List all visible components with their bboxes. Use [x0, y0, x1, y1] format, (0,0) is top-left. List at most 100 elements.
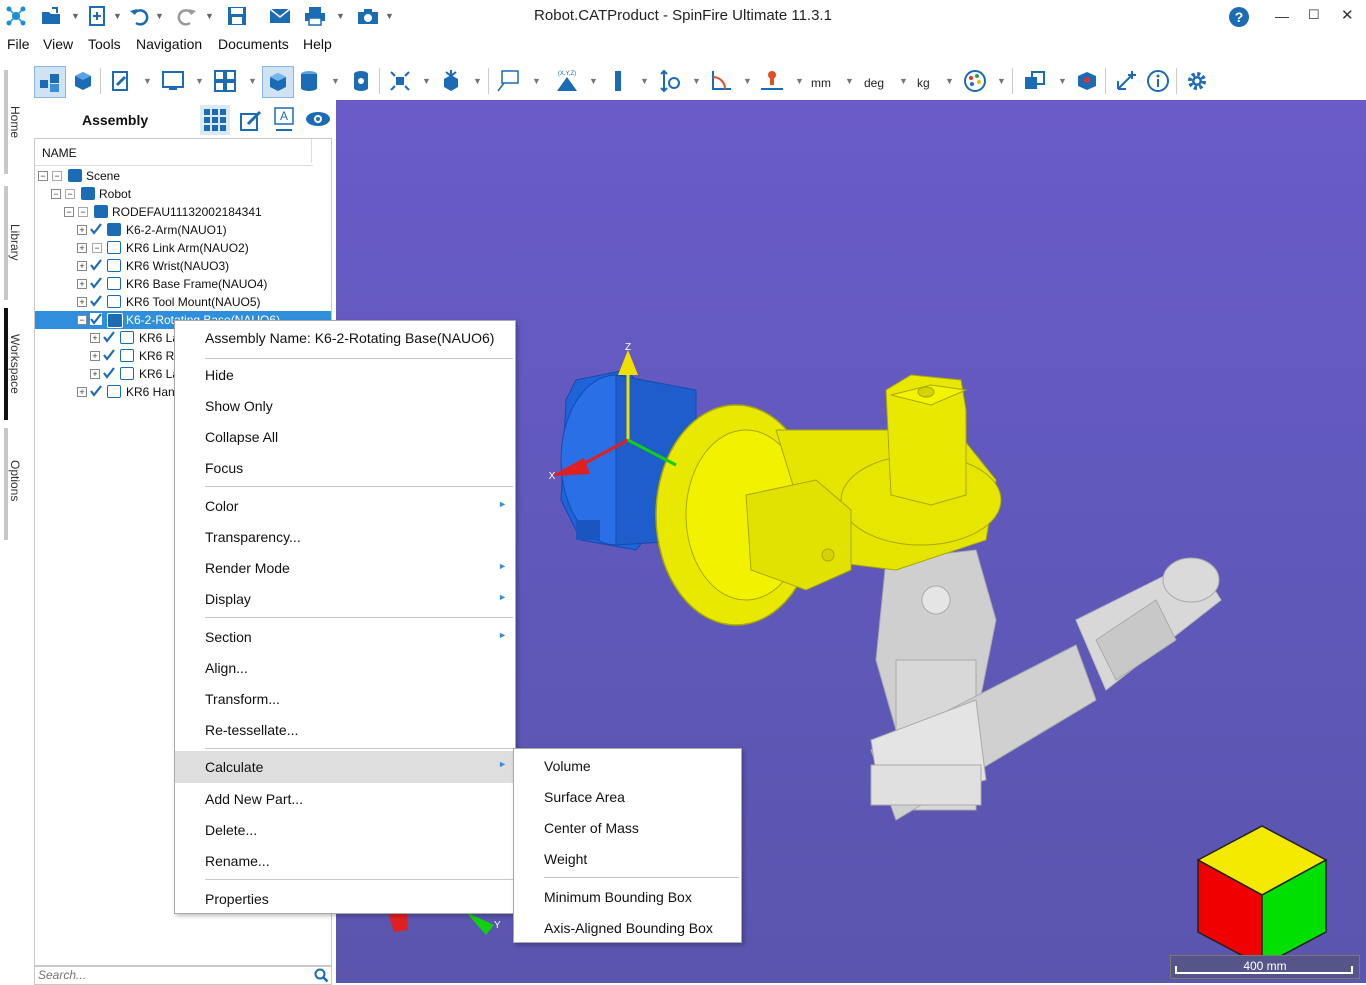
- menu-item-re-tessellate[interactable]: Re-tessellate...: [175, 715, 515, 745]
- search-icon[interactable]: [314, 968, 329, 983]
- chevron-down-icon[interactable]: ▼: [1058, 76, 1067, 86]
- markup-button[interactable]: [106, 66, 136, 96]
- chevron-down-icon[interactable]: ▼: [422, 76, 431, 86]
- chevron-down-icon[interactable]: ▼: [248, 76, 257, 86]
- tree-row-rodefau[interactable]: − − RODEFAU11132002184341: [35, 203, 331, 221]
- menu-item-surface-area[interactable]: Surface Area: [514, 782, 741, 812]
- menu-item-calculate[interactable]: Calculate ►: [175, 751, 515, 783]
- checkmark-icon[interactable]: [103, 331, 115, 343]
- chevron-down-icon[interactable]: ▼: [899, 76, 908, 86]
- shaded-mode-button[interactable]: [262, 66, 294, 98]
- mass-unit[interactable]: kg: [917, 76, 930, 90]
- single-view-button[interactable]: [158, 66, 188, 96]
- search-input[interactable]: [35, 967, 311, 983]
- menu-item-align[interactable]: Align...: [175, 653, 515, 683]
- chevron-down-icon[interactable]: ▼: [143, 76, 152, 86]
- collapse-toggle-icon[interactable]: −: [77, 315, 87, 325]
- menu-item-weight[interactable]: Weight: [514, 844, 741, 874]
- expand-toggle-icon[interactable]: +: [90, 333, 100, 343]
- explode-button[interactable]: [385, 66, 415, 96]
- assembly-view-button[interactable]: [34, 66, 66, 98]
- angle-unit[interactable]: deg: [864, 76, 884, 90]
- chevron-down-icon[interactable]: ▼: [692, 76, 701, 86]
- tree-view-button[interactable]: [200, 105, 230, 135]
- partial-check-icon[interactable]: −: [52, 171, 62, 181]
- collapse-toggle-icon[interactable]: −: [38, 171, 48, 181]
- checkmark-icon[interactable]: [90, 277, 102, 289]
- menu-item-center-of-mass[interactable]: Center of Mass: [514, 813, 741, 843]
- view-cube[interactable]: [1196, 825, 1328, 968]
- menu-item-display[interactable]: Display ►: [175, 584, 515, 614]
- cylinder-button[interactable]: [294, 66, 324, 96]
- partial-check-icon[interactable]: −: [65, 189, 75, 199]
- chevron-down-icon[interactable]: ▼: [195, 76, 204, 86]
- tab-library[interactable]: Library: [8, 224, 22, 261]
- tree-row-arm[interactable]: + K6-2-Arm(NAUO1): [35, 221, 331, 239]
- partial-check-icon[interactable]: −: [78, 207, 88, 217]
- expand-toggle-icon[interactable]: +: [77, 225, 87, 235]
- menu-documents[interactable]: Documents: [218, 36, 289, 52]
- chevron-down-icon[interactable]: ▼: [473, 76, 482, 86]
- menu-view[interactable]: View: [43, 36, 73, 52]
- collapse-toggle-icon[interactable]: −: [51, 189, 61, 199]
- checkmark-icon[interactable]: [103, 349, 115, 361]
- expand-toggle-icon[interactable]: +: [90, 351, 100, 361]
- checkmark-icon[interactable]: [90, 385, 102, 397]
- tree-row-wrist[interactable]: + KR6 Wrist(NAUO3): [35, 257, 331, 275]
- expand-toggle-icon[interactable]: +: [77, 261, 87, 271]
- chevron-down-icon[interactable]: ▼: [532, 76, 541, 86]
- chevron-down-icon[interactable]: ▼: [997, 76, 1006, 86]
- axis-button[interactable]: [1111, 66, 1141, 96]
- close-icon[interactable]: ✕: [1341, 6, 1354, 24]
- point-measure-button[interactable]: (X,Y,Z): [552, 66, 582, 96]
- menu-item-axis-aligned-bounding-box[interactable]: Axis-Aligned Bounding Box: [514, 913, 741, 943]
- edit-icon[interactable]: [238, 108, 264, 134]
- checkmark-icon[interactable]: [90, 295, 102, 307]
- angle-measure-button[interactable]: [706, 66, 736, 96]
- menu-item-hide[interactable]: Hide: [175, 360, 515, 390]
- menu-item-section[interactable]: Section ►: [175, 622, 515, 652]
- multi-view-button[interactable]: [210, 66, 240, 96]
- chevron-down-icon[interactable]: ▼: [743, 76, 752, 86]
- part-button[interactable]: [68, 66, 98, 96]
- compare-button[interactable]: [1020, 66, 1050, 96]
- minimize-icon[interactable]: —: [1275, 8, 1289, 24]
- chevron-down-icon[interactable]: ▼: [795, 76, 804, 86]
- expand-toggle-icon[interactable]: +: [90, 369, 100, 379]
- wall-thickness-button[interactable]: [757, 66, 787, 96]
- tree-row-robot[interactable]: − − Robot: [35, 185, 331, 203]
- color-palette-button[interactable]: [960, 66, 990, 96]
- menu-item-properties[interactable]: Properties: [175, 884, 515, 914]
- expand-toggle-icon[interactable]: +: [77, 243, 87, 253]
- menu-item-show-only[interactable]: Show Only: [175, 391, 515, 421]
- distance-measure-button[interactable]: [603, 66, 633, 96]
- tree-column-header[interactable]: NAME: [35, 139, 313, 166]
- menu-file[interactable]: File: [7, 36, 30, 52]
- part-info-button[interactable]: [1072, 66, 1102, 96]
- tab-options[interactable]: Options: [8, 460, 22, 501]
- tab-workspace[interactable]: Workspace: [8, 334, 22, 394]
- disassemble-button[interactable]: [436, 66, 466, 96]
- menu-item-rename[interactable]: Rename...: [175, 846, 515, 876]
- info-button[interactable]: [1143, 66, 1173, 96]
- menu-help[interactable]: Help: [303, 36, 332, 52]
- chevron-down-icon[interactable]: ▼: [640, 76, 649, 86]
- collapse-toggle-icon[interactable]: −: [64, 207, 74, 217]
- checkmark-icon[interactable]: [90, 223, 102, 235]
- checkmark-icon[interactable]: [103, 367, 115, 379]
- menu-tools[interactable]: Tools: [88, 36, 121, 52]
- menu-item-transparency[interactable]: Transparency...: [175, 522, 515, 552]
- maximize-icon[interactable]: ☐: [1308, 7, 1320, 23]
- menu-item-add-new-part[interactable]: Add New Part...: [175, 784, 515, 814]
- tree-row-link-arm[interactable]: + − KR6 Link Arm(NAUO2): [35, 239, 331, 257]
- expand-toggle-icon[interactable]: +: [77, 387, 87, 397]
- menu-item-volume[interactable]: Volume: [514, 751, 741, 781]
- tab-home[interactable]: Home: [8, 106, 22, 138]
- menu-item-render-mode[interactable]: Render Mode ►: [175, 553, 515, 583]
- chevron-down-icon[interactable]: ▼: [589, 76, 598, 86]
- text-annotation-icon[interactable]: A: [272, 106, 296, 134]
- expand-toggle-icon[interactable]: +: [77, 297, 87, 307]
- menu-item-collapse-all[interactable]: Collapse All: [175, 422, 515, 452]
- tree-row-base-frame[interactable]: + KR6 Base Frame(NAUO4): [35, 275, 331, 293]
- annotation-button[interactable]: [494, 66, 524, 96]
